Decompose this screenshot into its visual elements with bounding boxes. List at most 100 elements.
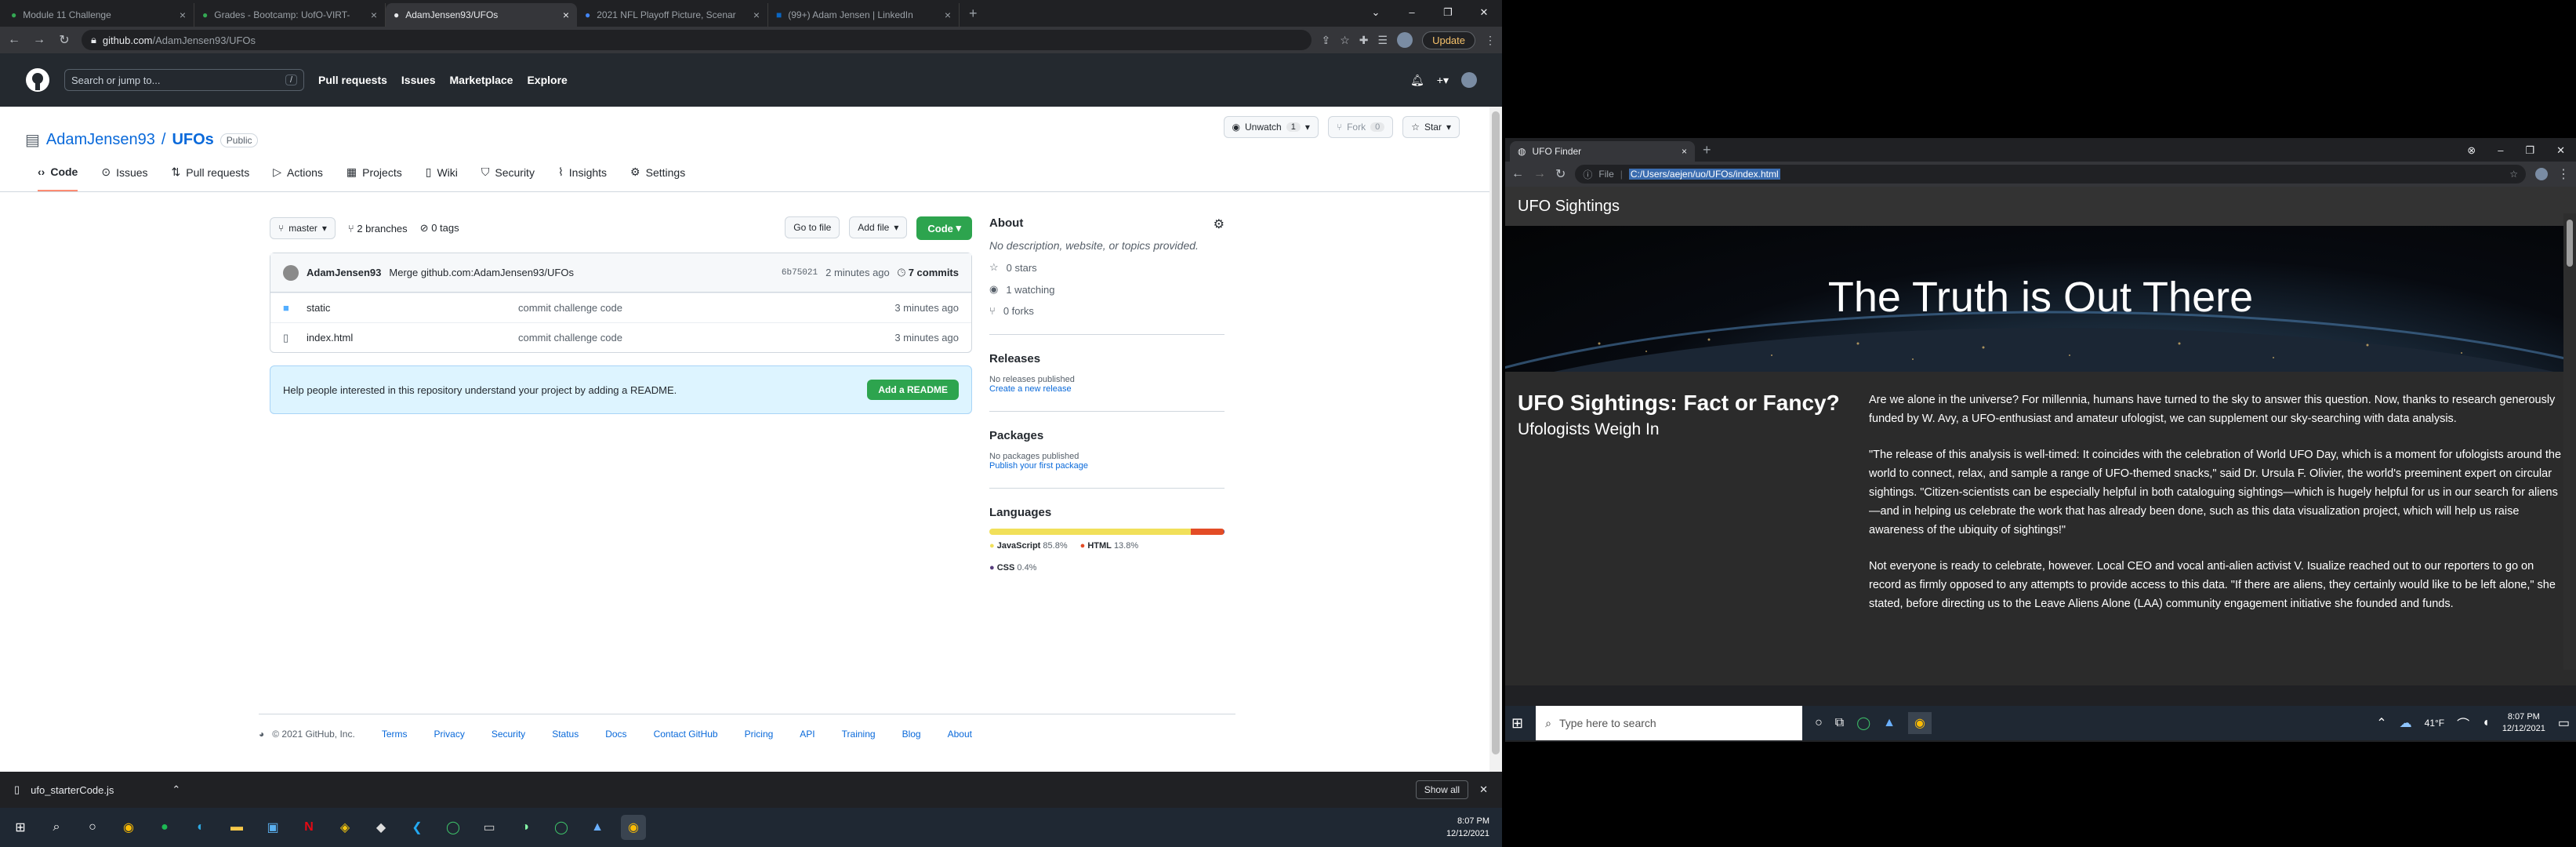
repo-owner-link[interactable]: AdamJensen93 [46, 131, 155, 149]
tab-settings[interactable]: ⚙ Settings [630, 165, 685, 191]
terminal-icon[interactable]: ▭ [477, 815, 502, 840]
tab-pull-requests[interactable]: ⇅ Pull requests [172, 165, 250, 191]
fork-button[interactable]: ⑂ Fork 0 [1327, 116, 1394, 138]
add-readme-button[interactable]: Add a README [867, 380, 959, 400]
address-bar[interactable]: 🔒︎ github.com/AdamJensen93/UFOs [82, 30, 1312, 50]
go-to-file-button[interactable]: Go to file [785, 216, 840, 238]
chevron-down-icon[interactable]: ▾ [1446, 122, 1451, 133]
network-icon[interactable]: ⌒ [2457, 714, 2469, 732]
minimize-icon[interactable]: – [2498, 144, 2503, 157]
tab-issues[interactable]: ⊙ Issues [101, 165, 147, 191]
kebab-menu-icon[interactable]: ⋮ [2557, 166, 2570, 182]
cortana-icon[interactable]: ○ [1815, 716, 1823, 730]
browser-tab[interactable]: ● Grades - Bootcamp: UofO-VIRT- × [194, 3, 386, 27]
page-scrollbar[interactable] [2563, 213, 2576, 670]
forward-icon[interactable]: → [31, 33, 47, 47]
footer-link[interactable]: Status [552, 729, 579, 740]
language-item[interactable]: ● HTML 13.8% [1080, 541, 1139, 551]
app-icon[interactable]: ◑ [513, 815, 538, 840]
cortana-icon[interactable]: ○ [80, 815, 105, 840]
tags-link[interactable]: ⊘ 0 tags [420, 222, 459, 234]
tab-code[interactable]: ‹› Code [38, 165, 78, 191]
netflix-icon[interactable]: N [296, 815, 321, 840]
kebab-menu-icon[interactable]: ⋮ [1485, 34, 1496, 47]
close-icon[interactable]: ✕ [1479, 783, 1488, 796]
footer-link[interactable]: Terms [382, 729, 408, 740]
address-bar[interactable]: ⓘ File | C:/Users/aejen/uo/UFOs/index.ht… [1575, 165, 2526, 184]
unwatch-button[interactable]: ◉ Unwatch 1 ▾ [1223, 116, 1319, 138]
update-button[interactable]: Update [1422, 31, 1475, 49]
add-file-button[interactable]: Add file ▾ [849, 216, 908, 238]
browser-tab-active[interactable]: ● AdamJensen93/UFOs × [386, 3, 577, 27]
stars-link[interactable]: ☆ 0 stars [989, 261, 1225, 274]
commits-link[interactable]: 🕒︎ 7 commits [898, 267, 959, 279]
file-row[interactable]: ▯ index.html commit challenge code 3 min… [270, 322, 971, 352]
restore-icon[interactable]: ❐ [1430, 0, 1466, 25]
edge-icon[interactable]: ◐ [188, 815, 213, 840]
bell-icon[interactable]: 🔔︎ [1410, 74, 1424, 87]
footer-logo-icon[interactable]: ◕ [259, 729, 264, 740]
navbar-brand[interactable]: UFO Sightings [1518, 198, 1620, 216]
footer-link[interactable]: Pricing [745, 729, 774, 740]
photos-icon[interactable]: ▲ [1883, 716, 1896, 730]
search-input[interactable]: Search or jump to... / [64, 69, 304, 91]
close-icon[interactable]: × [1682, 146, 1687, 157]
taskbar-clock[interactable]: 8:07 PM 12/12/2021 [2502, 711, 2545, 735]
show-all-button[interactable]: Show all [1415, 780, 1469, 799]
page-scrollbar[interactable] [1489, 107, 1502, 772]
browser-tab[interactable]: ■ (99+) Adam Jensen | LinkedIn × [768, 3, 960, 27]
gear-icon[interactable]: ⚙ [1214, 216, 1225, 239]
user-avatar[interactable] [1461, 72, 1477, 88]
footer-link[interactable]: Privacy [434, 729, 464, 740]
bookmark-star-icon[interactable]: ☆ [2509, 169, 2518, 180]
new-tab-icon[interactable]: + [1703, 142, 1711, 158]
photos-icon[interactable]: ▲ [585, 815, 610, 840]
close-icon[interactable]: × [371, 9, 377, 21]
store-icon[interactable]: ▣ [260, 815, 285, 840]
language-item[interactable]: ● JavaScript 85.8% [989, 541, 1068, 551]
branch-selector[interactable]: ⑂ master ▾ [270, 217, 336, 239]
commit-author[interactable]: AdamJensen93 [307, 267, 381, 278]
github-logo-icon[interactable] [25, 67, 50, 93]
browser-tab[interactable]: ● Module 11 Challenge × [3, 3, 194, 27]
footer-link[interactable]: API [800, 729, 815, 740]
back-icon[interactable]: ← [6, 33, 22, 47]
watching-link[interactable]: ◉ 1 watching [989, 283, 1225, 296]
taskbar-clock[interactable]: 8:07 PM 12/12/2021 [1446, 815, 1489, 840]
create-release-link[interactable]: Create a new release [989, 384, 1225, 394]
commit-sha[interactable]: 6b75021 [782, 268, 818, 278]
browser-tab[interactable]: ● 2021 NFL Playoff Picture, Scenar × [577, 3, 768, 27]
close-icon[interactable]: × [180, 9, 186, 21]
search-icon[interactable]: ⌕ [44, 815, 69, 840]
close-icon[interactable]: × [563, 9, 569, 21]
profile-avatar[interactable] [1397, 32, 1413, 48]
notification-icon[interactable]: ▭ [2558, 715, 2570, 731]
close-icon[interactable]: × [945, 9, 951, 21]
releases-heading[interactable]: Releases [989, 352, 1225, 365]
weather-temp[interactable]: 41°F [2425, 718, 2444, 729]
chevron-up-icon[interactable]: ⌃ [172, 783, 180, 796]
app-icon[interactable]: ◯ [441, 815, 466, 840]
footer-link[interactable]: Blog [902, 729, 921, 740]
footer-link[interactable]: About [948, 729, 972, 740]
tab-security[interactable]: ⛉ Security [481, 165, 535, 191]
repo-name-link[interactable]: UFOs [172, 131, 213, 149]
spotify-icon[interactable]: ● [152, 815, 177, 840]
scrollbar-thumb[interactable] [2567, 220, 2573, 267]
forks-link[interactable]: ⑂ 0 forks [989, 305, 1225, 317]
share-icon[interactable]: ⇪ [1321, 34, 1330, 47]
volume-icon[interactable]: ◖ [2482, 716, 2490, 730]
app-icon[interactable]: ◆ [368, 815, 394, 840]
publish-package-link[interactable]: Publish your first package [989, 461, 1225, 471]
tab-insights[interactable]: ⌇ Insights [558, 165, 607, 191]
restore-icon[interactable]: ❐ [2525, 144, 2534, 157]
tab-search-icon[interactable]: ⊗ [2467, 144, 2476, 157]
footer-link[interactable]: Docs [605, 729, 626, 740]
close-icon[interactable]: × [753, 9, 760, 21]
tab-wiki[interactable]: ▯ Wiki [426, 165, 458, 191]
chrome-icon[interactable]: ◉ [1907, 712, 1932, 734]
tab-actions[interactable]: ▷ Actions [273, 165, 323, 191]
chrome-icon[interactable]: ◉ [116, 815, 141, 840]
new-tab-icon[interactable]: + [969, 5, 978, 22]
plus-dropdown-icon[interactable]: +▾ [1437, 74, 1449, 87]
